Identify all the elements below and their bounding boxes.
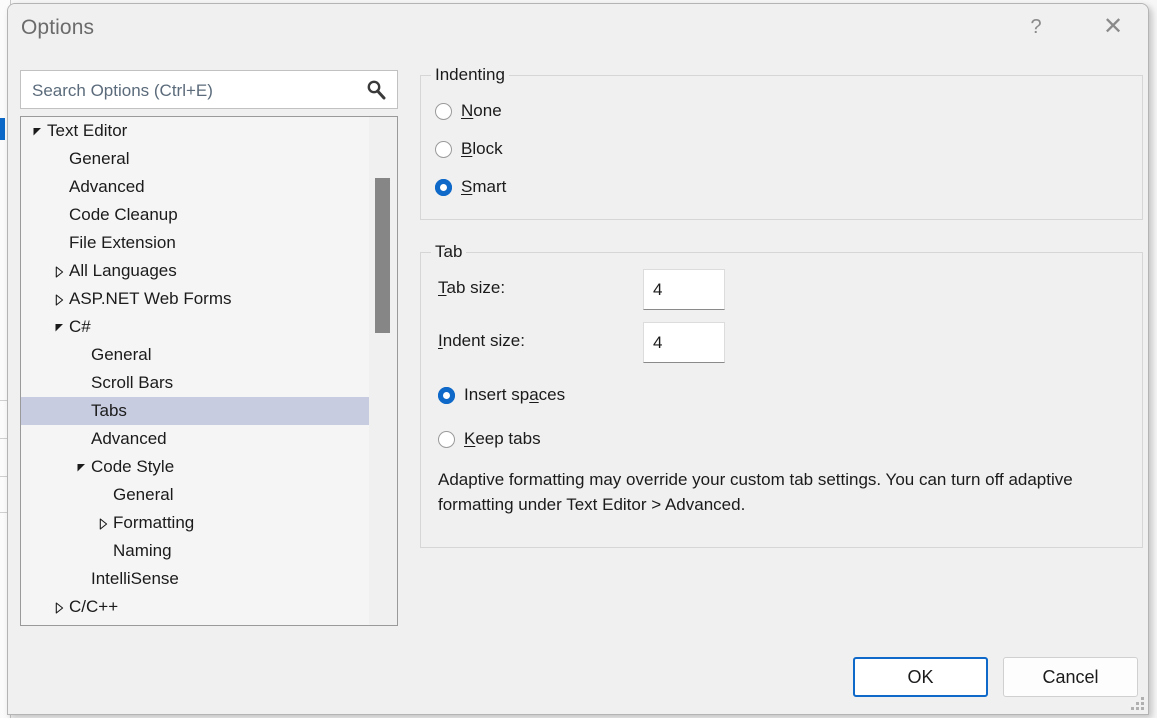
tab-size-input[interactable] xyxy=(643,269,725,310)
search-input[interactable] xyxy=(30,71,354,110)
resize-grip[interactable] xyxy=(1130,696,1144,710)
indenting-legend: Indenting xyxy=(431,65,509,85)
radio-label: Insert spaces xyxy=(464,385,565,405)
options-tree[interactable]: Text EditorGeneralAdvancedCode CleanupFi… xyxy=(21,117,369,625)
tree-item-label: General xyxy=(113,481,173,509)
tree-item-advanced[interactable]: Advanced xyxy=(21,425,369,453)
tree-item-label: All Languages xyxy=(69,257,177,285)
dialog-title: Options xyxy=(21,16,94,40)
tree-item-c-c[interactable]: C/C++ xyxy=(21,593,369,621)
tree-item-formatting[interactable]: Formatting xyxy=(21,509,369,537)
help-icon[interactable]: ? xyxy=(1013,4,1059,49)
tree-item-code-style[interactable]: Code Style xyxy=(21,453,369,481)
tree-item-label: IntelliSense xyxy=(91,565,179,593)
tree-item-label: Scroll Bars xyxy=(91,369,173,397)
tree-item-label: Naming xyxy=(113,537,172,565)
tree-item-tabs[interactable]: Tabs xyxy=(21,397,369,425)
indent-size-label: Indent size: xyxy=(438,331,525,351)
options-dialog: Options ? ✕ Text EditorGeneralAdvancedCo… xyxy=(7,3,1149,715)
tree-item-text-editor[interactable]: Text Editor xyxy=(21,117,369,145)
tree-item-label: Advanced xyxy=(91,425,167,453)
tab-size-label: Tab size: xyxy=(438,278,505,298)
tab-legend: Tab xyxy=(431,242,466,262)
cancel-button[interactable]: Cancel xyxy=(1003,657,1138,697)
scrollbar-thumb[interactable] xyxy=(375,178,390,333)
radio-label: None xyxy=(461,101,502,121)
tree-item-label: ASP.NET Web Forms xyxy=(69,285,232,313)
tree-item-all-languages[interactable]: All Languages xyxy=(21,257,369,285)
tree-item-label: Code Cleanup xyxy=(69,201,178,229)
chevron-down-icon[interactable] xyxy=(29,117,45,145)
radio-label: Block xyxy=(461,139,503,159)
adaptive-formatting-note: Adaptive formatting may override your cu… xyxy=(438,467,1098,517)
indent-size-input[interactable] xyxy=(643,322,725,363)
tree-item-label: C/C++ xyxy=(69,593,118,621)
radio-indenting-none[interactable]: None xyxy=(435,99,502,123)
radio-indicator xyxy=(438,387,455,404)
tree-item-advanced[interactable]: Advanced xyxy=(21,173,369,201)
tree-item-label: Text Editor xyxy=(47,117,127,145)
search-magnifier-icon[interactable] xyxy=(365,79,387,101)
radio-indicator xyxy=(435,179,452,196)
close-icon[interactable]: ✕ xyxy=(1090,4,1136,49)
radio-indicator xyxy=(435,141,452,158)
tree-item-label: General xyxy=(91,341,151,369)
tree-item-file-extension[interactable]: File Extension xyxy=(21,229,369,257)
chevron-right-icon[interactable] xyxy=(51,257,67,285)
tree-item-c[interactable]: C# xyxy=(21,313,369,341)
indenting-group: Indenting None Block Smart xyxy=(420,75,1143,220)
radio-label: Keep tabs xyxy=(464,429,541,449)
radio-indicator xyxy=(435,103,452,120)
radio-indenting-smart[interactable]: Smart xyxy=(435,175,506,199)
radio-indicator xyxy=(438,431,455,448)
chevron-down-icon[interactable] xyxy=(51,313,67,341)
tree-item-label: File Extension xyxy=(69,229,176,257)
ok-button[interactable]: OK xyxy=(853,657,988,697)
tree-item-label: C# xyxy=(69,313,91,341)
tree-item-general[interactable]: General xyxy=(21,145,369,173)
search-box[interactable] xyxy=(20,70,398,109)
tree-item-naming[interactable]: Naming xyxy=(21,537,369,565)
tree-item-label: General xyxy=(69,145,129,173)
tree-item-general[interactable]: General xyxy=(21,341,369,369)
options-tree-panel: Text EditorGeneralAdvancedCode CleanupFi… xyxy=(20,116,398,626)
chevron-right-icon[interactable] xyxy=(51,285,67,313)
tree-item-label: Formatting xyxy=(113,509,194,537)
tree-item-scroll-bars[interactable]: Scroll Bars xyxy=(21,369,369,397)
chevron-right-icon[interactable] xyxy=(51,593,67,621)
dialog-title-bar: Options ? ✕ xyxy=(8,4,1148,49)
radio-keep-tabs[interactable]: Keep tabs xyxy=(438,427,541,451)
radio-indenting-block[interactable]: Block xyxy=(435,137,503,161)
chevron-down-icon[interactable] xyxy=(73,453,89,481)
tree-item-code-cleanup[interactable]: Code Cleanup xyxy=(21,201,369,229)
tree-item-general[interactable]: General xyxy=(21,481,369,509)
tree-item-label: Tabs xyxy=(91,397,127,425)
tree-item-asp-net-web-forms[interactable]: ASP.NET Web Forms xyxy=(21,285,369,313)
tree-item-intellisense[interactable]: IntelliSense xyxy=(21,565,369,593)
background-window-accent xyxy=(0,118,5,140)
chevron-right-icon[interactable] xyxy=(95,509,111,537)
tree-vertical-scrollbar[interactable] xyxy=(369,117,397,625)
radio-insert-spaces[interactable]: Insert spaces xyxy=(438,383,565,407)
tree-item-label: Code Style xyxy=(91,453,174,481)
radio-label: Smart xyxy=(461,177,506,197)
tree-item-label: Advanced xyxy=(69,173,145,201)
